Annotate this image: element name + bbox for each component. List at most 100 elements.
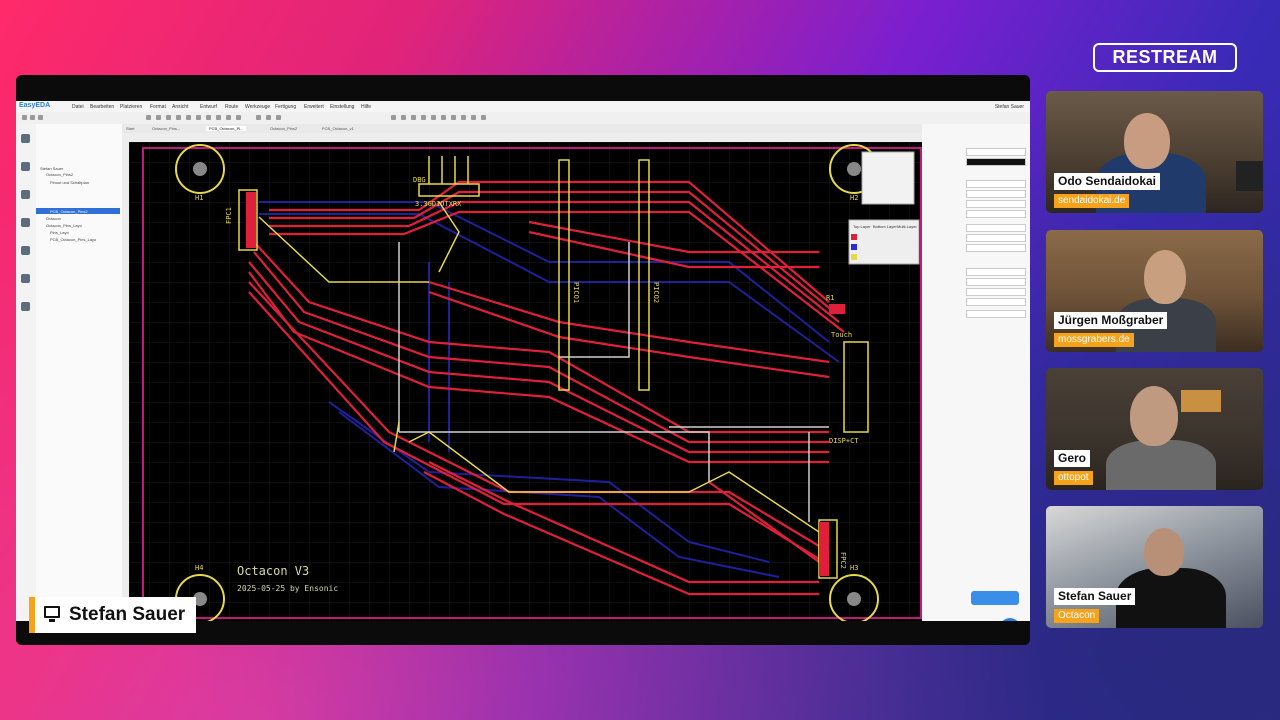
user-name[interactable]: Stefan Sauer (995, 104, 1024, 110)
participant-name: Stefan Sauer (1054, 588, 1136, 605)
tool-icon[interactable] (196, 115, 201, 120)
tree-item[interactable]: PCB_Octacon_Pins_Layo (50, 237, 96, 242)
resistor-r1 (829, 304, 845, 314)
tree-item[interactable]: Pinout und Schaltplan (50, 180, 89, 185)
pcb-canvas[interactable]: H1 H2 H3 H4 DBG 3.3GDIOTXRX FPC1 FPC2 R1… (129, 142, 922, 621)
tool-icon[interactable] (166, 115, 171, 120)
label-pico1: PICO1 (572, 282, 580, 303)
prop-field[interactable] (966, 190, 1026, 198)
tool-icon[interactable] (226, 115, 231, 120)
label-r1: R1 (826, 294, 834, 302)
prop-field[interactable] (966, 278, 1026, 286)
tool-icon[interactable] (421, 115, 426, 120)
tree-item[interactable]: Stefan Sauer (40, 166, 63, 171)
tree-item[interactable]: Octacon_Pins_Layo (46, 223, 82, 228)
menu-fertigung[interactable]: Fertigung (275, 104, 296, 110)
label-dbg: DBG (413, 176, 426, 184)
search-icon[interactable] (21, 218, 30, 227)
document-tabs: Start Octacon_Pins... PCB_Octacon_Pl... … (122, 124, 922, 133)
menu-bearbeiten[interactable]: Bearbeiten (90, 104, 114, 110)
jlcpcb-icon[interactable] (21, 274, 30, 283)
menu-ansicht[interactable]: Ansicht (172, 104, 188, 110)
prop-field[interactable] (966, 158, 1026, 166)
prop-field[interactable] (966, 310, 1026, 318)
tool-icon[interactable] (411, 115, 416, 120)
menu-platzieren[interactable]: Platzieren (120, 104, 142, 110)
prop-field[interactable] (966, 210, 1026, 218)
person-body (1106, 440, 1216, 490)
tool-icon[interactable] (471, 115, 476, 120)
prop-field[interactable] (966, 224, 1026, 232)
screen-share: EasyEDA Datei Bearbeiten Platzieren Form… (16, 75, 1030, 645)
tab-pcb-octacon-active[interactable]: PCB_Octacon_Pl... (206, 126, 247, 131)
prop-field[interactable] (966, 298, 1026, 306)
menu-werkzeuge[interactable]: Werkzeuge (245, 104, 270, 110)
tool-icon[interactable] (38, 115, 43, 120)
tool-icon[interactable] (451, 115, 456, 120)
tool-icon[interactable] (186, 115, 191, 120)
tab-start[interactable]: Start (126, 126, 134, 131)
person-head (1144, 250, 1186, 304)
tool-icon[interactable] (266, 115, 271, 120)
tab-octacon-pins2[interactable]: Octacon_Pins2 (270, 126, 297, 131)
prop-field[interactable] (966, 148, 1026, 156)
tree-item[interactable]: Pins_Layo (50, 230, 69, 235)
tree-item[interactable]: Octacon_Pins2 (46, 172, 73, 177)
library-icon[interactable] (21, 190, 30, 199)
tool-icon[interactable] (461, 115, 466, 120)
prop-field[interactable] (966, 180, 1026, 188)
menu-datei[interactable]: Datei (72, 104, 84, 110)
tab-octacon-pins[interactable]: Octacon_Pins... (152, 126, 180, 131)
layer-top[interactable]: Top Layer (853, 224, 871, 229)
tool-icon[interactable] (276, 115, 281, 120)
tool-icon[interactable] (216, 115, 221, 120)
help-icon[interactable] (21, 302, 30, 311)
participant-tile[interactable]: Gero ottopot (1046, 368, 1263, 490)
tree-item[interactable]: Octacon (46, 216, 61, 221)
menu-entwurf[interactable]: Entwurf (200, 104, 217, 110)
participant-tile[interactable]: Jürgen Moßgraber mossgrabers.de (1046, 230, 1263, 352)
menu-erweitert[interactable]: Erweitert (304, 104, 324, 110)
tool-icon[interactable] (206, 115, 211, 120)
label-pico2: PICO2 (652, 282, 660, 303)
layer-multi[interactable]: Multi-Layer (897, 224, 917, 229)
lcsc-icon[interactable] (21, 246, 30, 255)
prop-field[interactable] (966, 268, 1026, 276)
tool-icon[interactable] (391, 115, 396, 120)
chat-bubble[interactable] (971, 591, 1019, 605)
layer-palette[interactable]: Top Layer Bottom Layer Multi-Layer (848, 219, 920, 265)
tool-icon[interactable] (22, 115, 27, 120)
tool-icon[interactable] (481, 115, 486, 120)
menu-format[interactable]: Format (150, 104, 166, 110)
prop-field[interactable] (966, 244, 1026, 252)
tool-icon[interactable] (256, 115, 261, 120)
tool-icon[interactable] (30, 115, 35, 120)
label-h1: H1 (195, 194, 203, 202)
participant-tile[interactable]: Odo Sendaidokai sendaidokai.de (1046, 91, 1263, 213)
label-disp: DISP+CT (829, 437, 859, 445)
pcb-layout: H1 H2 H3 H4 DBG 3.3GDIOTXRX FPC1 FPC2 R1… (129, 142, 922, 621)
tool-icon[interactable] (156, 115, 161, 120)
prop-field[interactable] (966, 200, 1026, 208)
prop-field[interactable] (966, 234, 1026, 242)
tool-icon[interactable] (441, 115, 446, 120)
tool-palette[interactable] (861, 151, 915, 205)
menu-bar: EasyEDA Datei Bearbeiten Platzieren Form… (16, 101, 1030, 112)
tool-icon[interactable] (431, 115, 436, 120)
tool-icon[interactable] (146, 115, 151, 120)
label-3v3: 3.3GDIOTXRX (415, 200, 462, 208)
tab-pcb-octacon-v1[interactable]: PCB_Octacon_v1 (322, 126, 354, 131)
menu-einstellung[interactable]: Einstellung (330, 104, 354, 110)
project-icon[interactable] (21, 134, 30, 143)
tool-icon[interactable] (401, 115, 406, 120)
tool-icon[interactable] (176, 115, 181, 120)
menu-hilfe[interactable]: Hilfe (361, 104, 371, 110)
layer-bottom[interactable]: Bottom Layer (873, 224, 897, 229)
tree-item-selected[interactable]: PCB_Octacon_Pins2 (50, 209, 88, 214)
participant-tile[interactable]: Stefan Sauer Octacon (1046, 506, 1263, 628)
design-manager-icon[interactable] (21, 162, 30, 171)
board-title: Octacon V3 (237, 564, 310, 578)
tool-icon[interactable] (236, 115, 241, 120)
prop-field[interactable] (966, 288, 1026, 296)
menu-route[interactable]: Route (225, 104, 238, 110)
